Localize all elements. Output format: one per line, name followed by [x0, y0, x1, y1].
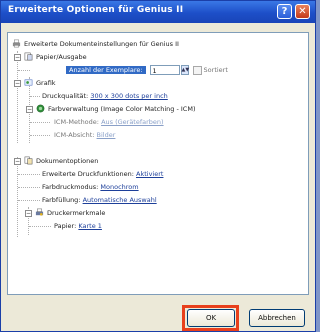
paper-row[interactable]: Papier: Karte 1 [54, 220, 102, 233]
tree-line [18, 174, 40, 175]
color-fill-label: Farbfüllung: [42, 196, 81, 204]
tree-line [17, 157, 18, 237]
copies-input[interactable]: 1 [149, 65, 180, 75]
tree-line [18, 70, 30, 71]
icm-method-value[interactable]: Aus (Gerätefarben) [101, 118, 164, 126]
document-options-icon [24, 156, 33, 164]
paper-output-label: Papier/Ausgabe [36, 53, 87, 61]
settings-tree[interactable]: Erweiterte Dokumenteinstellungen für Gen… [7, 32, 309, 295]
color-print-mode-label: Farbdruckmodus: [42, 183, 99, 191]
close-icon: ✕ [298, 6, 307, 17]
copies-stepper[interactable]: ▲▼ [180, 65, 189, 75]
document-options-label: Dokumentoptionen [36, 157, 99, 165]
color-fill-row[interactable]: Farbfüllung: Automatische Auswahl [42, 194, 157, 207]
graphics-label: Grafik [36, 79, 56, 87]
color-fill-value[interactable]: Automatische Auswahl [83, 196, 157, 204]
tree-line [29, 226, 51, 227]
tree-line [18, 200, 40, 201]
collapse-toggle[interactable]: − [26, 106, 33, 113]
printer-features-icon [35, 208, 44, 216]
root-label: Erweiterte Dokumenteinstellungen für Gen… [24, 40, 179, 48]
printer-features-label: Druckermerkmale [47, 209, 106, 217]
color-management-label: Farbverwaltung (Image Color Matching - I… [48, 105, 196, 113]
color-management-icon [36, 104, 45, 112]
collapse-toggle[interactable]: − [25, 210, 32, 217]
collapse-toggle[interactable]: − [14, 80, 21, 87]
paper-label: Papier: [54, 222, 77, 230]
tree-node-printer-features[interactable]: Druckermerkmale [35, 207, 105, 220]
tree-line [18, 187, 40, 188]
print-quality-value[interactable]: 300 x 300 dots per inch [90, 92, 167, 100]
paper-output-icon [24, 52, 33, 60]
help-button[interactable]: ? [277, 4, 292, 19]
help-icon: ? [281, 6, 288, 17]
icm-intent-row[interactable]: ICM-Absicht: Bilder [54, 129, 115, 142]
tree-node-paper-output[interactable]: Papier/Ausgabe [24, 51, 87, 64]
close-button[interactable]: ✕ [295, 4, 310, 19]
tree-line [17, 51, 18, 143]
advanced-options-dialog: Erweiterte Optionen für Genius II ? ✕ Er… [0, 0, 316, 332]
tree-root[interactable]: Erweiterte Dokumenteinstellungen für Gen… [12, 38, 179, 51]
print-quality-label: Druckqualität: [42, 92, 89, 100]
window-title: Erweiterte Optionen für Genius II [8, 5, 184, 15]
collate-label: Sortiert [203, 66, 228, 74]
copies-label: Anzahl der Exemplare: [66, 66, 146, 74]
graphics-icon [24, 79, 33, 85]
tree-node-color-management[interactable]: Farbverwaltung (Image Color Matching - I… [36, 103, 196, 116]
advanced-print-label: Erweiterte Druckfunktionen: [42, 170, 134, 178]
advanced-print-row[interactable]: Erweiterte Druckfunktionen: Aktiviert [42, 168, 163, 181]
ok-highlight-box [182, 305, 239, 331]
icm-intent-label: ICM-Absicht: [54, 131, 95, 139]
copies-row: Anzahl der Exemplare: 1 ▲▼ Sortiert [66, 64, 228, 77]
tree-line [30, 96, 40, 97]
collapse-toggle[interactable]: − [14, 54, 21, 61]
paper-value[interactable]: Karte 1 [78, 222, 102, 230]
color-print-mode-row[interactable]: Farbdruckmodus: Monochrom [42, 181, 139, 194]
icm-method-label: ICM-Methode: [54, 118, 99, 126]
cancel-button[interactable]: Abbrechen [249, 309, 305, 327]
collate-checkbox[interactable] [192, 65, 202, 75]
tree-line [30, 122, 50, 123]
collapse-toggle[interactable]: − [14, 158, 21, 165]
printer-icon [12, 39, 21, 47]
advanced-print-value[interactable]: Aktiviert [136, 170, 163, 178]
print-quality-row[interactable]: Druckqualität: 300 x 300 dots per inch [42, 90, 168, 103]
icm-intent-value[interactable]: Bilder [97, 131, 116, 139]
color-print-mode-value[interactable]: Monochrom [100, 183, 138, 191]
tree-node-graphics[interactable]: Grafik [24, 77, 56, 90]
title-bar[interactable]: Erweiterte Optionen für Genius II ? ✕ [1, 1, 315, 23]
tree-node-document-options[interactable]: Dokumentoptionen [24, 155, 98, 168]
tree-line [30, 135, 50, 136]
icm-method-row[interactable]: ICM-Methode: Aus (Gerätefarben) [54, 116, 164, 129]
